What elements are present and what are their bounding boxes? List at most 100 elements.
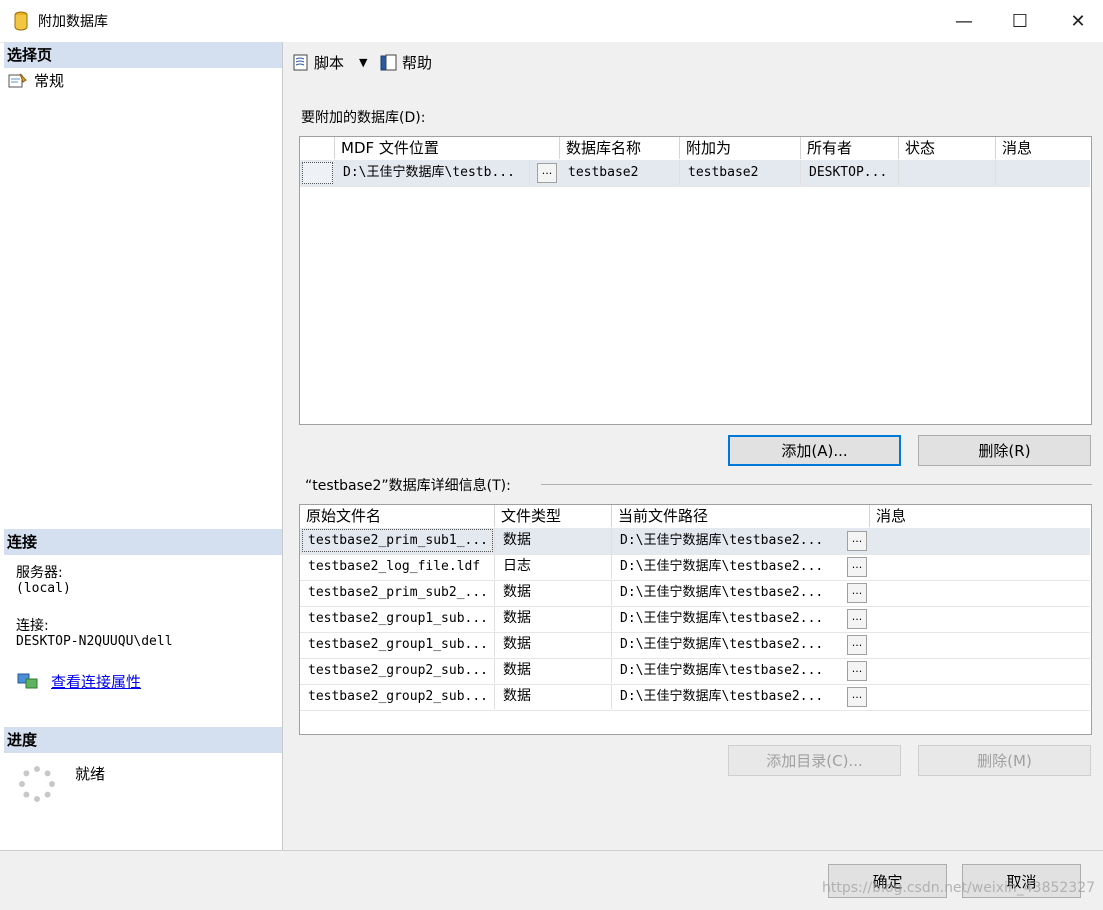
select-page-header: 选择页 (4, 42, 282, 68)
add-catalog-button[interactable]: 添加目录(C)... (728, 745, 901, 776)
attach-grid[interactable]: MDF 文件位置 数据库名称 附加为 所有者 状态 消息 D:\王佳宁数据库\t… (299, 136, 1092, 425)
details-name-cell: testbase2_group2_sub... (300, 658, 495, 683)
page-settings-icon (8, 73, 27, 87)
help-button[interactable]: 帮助 (379, 52, 432, 73)
details-name-cell: testbase2_group1_sub... (300, 606, 495, 631)
title-bar: 附加数据库 — ☐ ✕ (0, 0, 1103, 43)
details-grid[interactable]: 原始文件名 文件类型 当前文件路径 消息 testbase2_prim_sub1… (299, 504, 1092, 735)
page-item-general[interactable]: 常规 (8, 70, 64, 91)
details-path-cell: D:\王佳宁数据库\testbase2... (620, 559, 824, 574)
details-header-name: 原始文件名 (300, 505, 495, 527)
attach-header-selector (300, 137, 335, 159)
details-type-cell: 数据 (495, 606, 612, 631)
close-button[interactable]: ✕ (1055, 0, 1101, 42)
table-row[interactable]: testbase2_group1_sub... 数据 D:\王佳宁数据库\tes… (300, 606, 1090, 633)
details-path-cell: D:\王佳宁数据库\testbase2... (620, 585, 824, 600)
progress-spinner-icon (19, 766, 55, 802)
browse-path-button[interactable]: ... (847, 557, 867, 577)
details-section-label: “testbase2”数据库详细信息(T): (305, 478, 511, 494)
script-icon (293, 54, 308, 70)
details-header-path: 当前文件路径 (612, 505, 870, 527)
details-message-cell (870, 606, 1090, 631)
details-message-cell (870, 580, 1090, 605)
minimize-button[interactable]: — (941, 0, 987, 42)
window-title: 附加数据库 (38, 14, 108, 30)
browse-path-button[interactable]: ... (847, 531, 867, 551)
details-message-cell (870, 554, 1090, 579)
details-message-cell (870, 684, 1090, 709)
table-row[interactable]: D:\王佳宁数据库\testb... ... testbase2 testbas… (300, 160, 1090, 187)
details-type-cell: 日志 (495, 554, 612, 579)
watermark-text: https://blog.csdn.net/weixin_43852327 (822, 880, 1096, 896)
browse-path-button[interactable]: ... (847, 635, 867, 655)
browse-mdf-button[interactable]: ... (537, 163, 557, 183)
details-message-cell (870, 528, 1090, 553)
attach-header-message: 消息 (996, 137, 1090, 159)
browse-path-button[interactable]: ... (847, 609, 867, 629)
table-row[interactable]: testbase2_group2_sub... 数据 D:\王佳宁数据库\tes… (300, 684, 1090, 711)
details-type-cell: 数据 (495, 658, 612, 683)
attach-status-cell (899, 160, 996, 185)
details-header-message: 消息 (870, 505, 1090, 527)
attach-mdf-cell: D:\王佳宁数据库\testb... (335, 160, 530, 185)
details-header-type: 文件类型 (495, 505, 612, 527)
details-path-cell: D:\王佳宁数据库\testbase2... (620, 689, 824, 704)
details-name-cell: testbase2_prim_sub2_... (300, 580, 495, 605)
attach-section-label: 要附加的数据库(D): (301, 110, 426, 126)
connection-properties-icon (17, 673, 38, 689)
attach-owner-cell[interactable]: DESKTOP... (801, 160, 899, 185)
details-type-cell: 数据 (495, 684, 612, 709)
row-selector[interactable] (302, 162, 333, 184)
remove-database-button[interactable]: 删除(R) (918, 435, 1091, 466)
script-dropdown-arrow-icon[interactable]: ▼ (359, 56, 367, 69)
attach-message-cell (996, 160, 1090, 185)
details-name-cell: testbase2_log_file.ldf (300, 554, 495, 579)
table-row[interactable]: testbase2_group1_sub... 数据 D:\王佳宁数据库\tes… (300, 632, 1090, 659)
attach-header-mdf: MDF 文件位置 (335, 137, 560, 159)
details-message-cell (870, 632, 1090, 657)
server-value: (local) (16, 581, 71, 596)
connection-header: 连接 (4, 529, 282, 555)
left-pane: 选择页 常规 连接 服务器: (local) 连接: DESKTOP-N2QUU… (4, 42, 283, 850)
details-name-cell: testbase2_group2_sub... (300, 684, 495, 709)
details-name-cell: testbase2_group1_sub... (300, 632, 495, 657)
add-database-button[interactable]: 添加(A)... (728, 435, 901, 466)
remove-file-button[interactable]: 删除(M) (918, 745, 1091, 776)
details-type-cell: 数据 (495, 632, 612, 657)
attach-header-dbname: 数据库名称 (560, 137, 680, 159)
details-type-cell: 数据 (495, 580, 612, 605)
table-row[interactable]: testbase2_prim_sub2_... 数据 D:\王佳宁数据库\tes… (300, 580, 1090, 607)
attach-as-cell[interactable]: testbase2 (680, 160, 801, 185)
attach-header-status: 状态 (899, 137, 996, 159)
details-path-cell: D:\王佳宁数据库\testbase2... (620, 611, 824, 626)
attach-dbname-cell[interactable]: testbase2 (560, 160, 680, 185)
help-icon (380, 54, 397, 70)
table-row[interactable]: testbase2_group2_sub... 数据 D:\王佳宁数据库\tes… (300, 658, 1090, 685)
connection-value: DESKTOP-N2QUUQU\dell (16, 634, 173, 649)
view-connection-properties-link[interactable]: 查看连接属性 (51, 671, 141, 692)
browse-path-button[interactable]: ... (847, 687, 867, 707)
help-label: 帮助 (402, 54, 433, 72)
script-button[interactable]: 脚本 (291, 52, 344, 73)
details-path-cell: D:\王佳宁数据库\testbase2... (620, 533, 824, 548)
table-row[interactable]: testbase2_log_file.ldf 日志 D:\王佳宁数据库\test… (300, 554, 1090, 581)
details-message-cell (870, 658, 1090, 683)
progress-header: 进度 (4, 727, 282, 753)
details-name-cell: testbase2_prim_sub1_... (300, 528, 495, 553)
attach-header-owner: 所有者 (801, 137, 899, 159)
browse-path-button[interactable]: ... (847, 583, 867, 603)
toolbar: 脚本 ▼ 帮助 (283, 42, 1103, 82)
details-separator (541, 484, 1092, 485)
table-row[interactable]: testbase2_prim_sub1_... 数据 D:\王佳宁数据库\tes… (300, 528, 1090, 555)
server-label: 服务器: (16, 565, 63, 581)
database-icon (14, 11, 28, 31)
script-label: 脚本 (314, 54, 345, 72)
page-item-label: 常规 (34, 72, 65, 90)
attach-header-attach-as: 附加为 (680, 137, 801, 159)
right-pane: 脚本 ▼ 帮助 要附加的数据库(D): MDF 文件位置 数据库名称 附加为 所… (283, 42, 1103, 850)
details-path-cell: D:\王佳宁数据库\testbase2... (620, 637, 824, 652)
browse-path-button[interactable]: ... (847, 661, 867, 681)
connection-label: 连接: (16, 618, 49, 634)
progress-status: 就绪 (75, 765, 106, 783)
maximize-button[interactable]: ☐ (997, 0, 1043, 42)
